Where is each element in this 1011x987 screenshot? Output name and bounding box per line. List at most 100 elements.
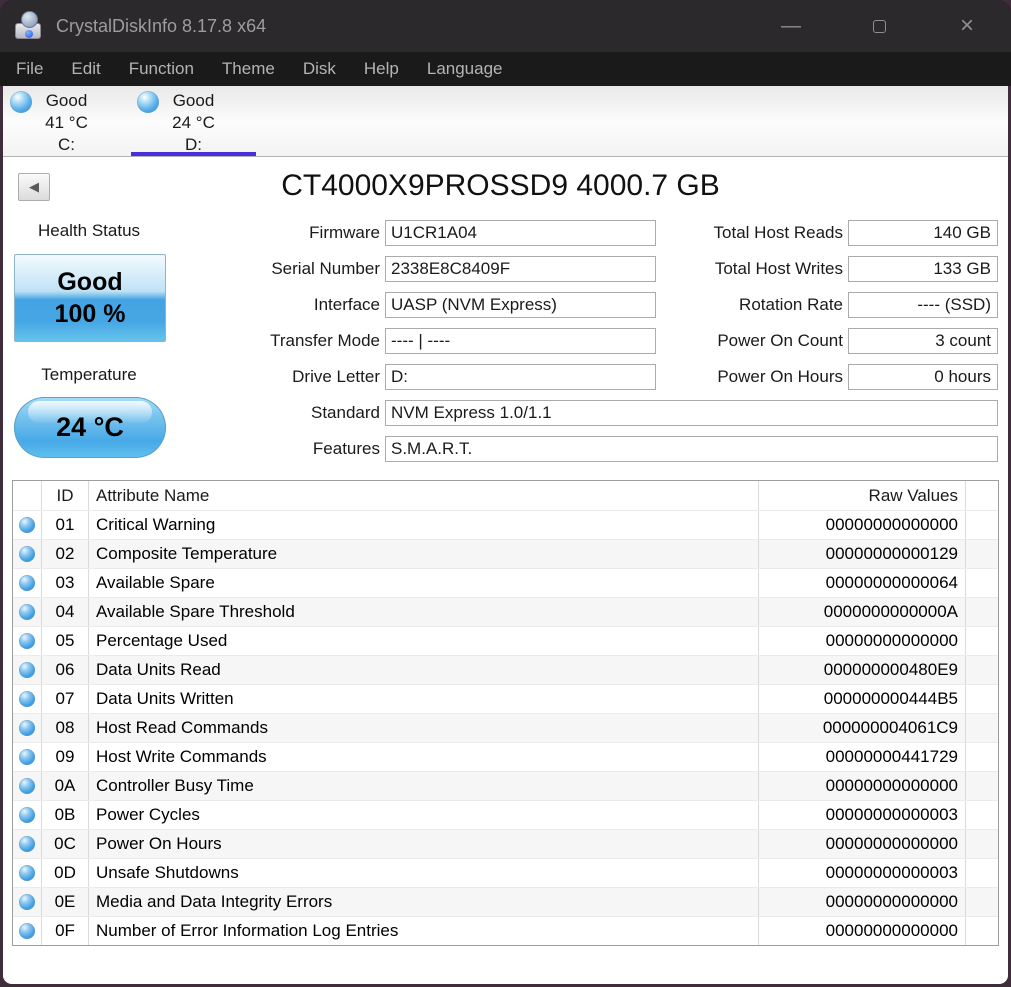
close-icon: × (959, 12, 974, 39)
menu-item[interactable]: Edit (57, 52, 114, 86)
field-label: Total Host Reads (713, 223, 843, 242)
attribute-raw-value: 00000000000000 (758, 917, 966, 945)
maximize-button[interactable] (835, 0, 923, 52)
attribute-name-column-header: Attribute Name (96, 485, 210, 505)
temperature-label: Temperature (41, 365, 137, 384)
attribute-id: 0E (42, 888, 89, 916)
smart-table-rows: 01 Critical Warning 00000000000000 02 Co… (13, 510, 998, 945)
health-orb-icon (10, 91, 32, 113)
smart-attribute-table: ID Attribute Name Raw Values 01 Critical… (12, 480, 999, 946)
smart-table-row: 02 Composite Temperature 00000000000129 (13, 539, 998, 568)
smart-table-row: 03 Available Spare 00000000000064 (13, 568, 998, 597)
field-value[interactable]: NVM Express 1.0/1.1 (385, 400, 998, 426)
attribute-id: 0B (42, 801, 89, 829)
smart-table-row: 0E Media and Data Integrity Errors 00000… (13, 887, 998, 916)
blue-dot-icon (25, 30, 33, 38)
menu-item-label: Disk (302, 59, 336, 78)
health-status-label: Health Status (37, 221, 141, 240)
status-orb-icon (19, 633, 35, 649)
attribute-name: Power Cycles (96, 805, 200, 824)
attribute-name: Media and Data Integrity Errors (96, 892, 333, 911)
drive-tab[interactable]: Good 24 °C D: (130, 86, 257, 156)
field-label: Standard (311, 403, 380, 422)
menu-item-label: Help (363, 59, 399, 78)
title-bar: CrystalDiskInfo 8.17.8 x64 — × (0, 0, 1011, 52)
smart-table-row: 0C Power On Hours 00000000000000 (13, 829, 998, 858)
info-field-row: Power On Hours 0 hours (643, 364, 1001, 390)
attribute-name: Host Write Commands (96, 747, 267, 766)
status-cell (13, 714, 42, 742)
drive-tab[interactable]: Good 41 °C C: (3, 86, 130, 156)
field-value[interactable]: UASP (NVM Express) (385, 292, 656, 318)
status-orb-icon (19, 691, 35, 707)
field-value[interactable]: D: (385, 364, 656, 390)
temperature-value: 24 °C (56, 412, 124, 442)
field-label: Drive Letter (292, 367, 380, 386)
drive-info-wide: Standard NVM Express 1.0/1.1 Features S.… (200, 400, 1001, 472)
info-field-row: Total Host Reads 140 GB (643, 220, 1001, 246)
raw-values-column-header: Raw Values (758, 481, 966, 510)
field-value[interactable]: ---- | ---- (385, 328, 656, 354)
attribute-name: Composite Temperature (96, 544, 278, 563)
drive-tab-strip: Good 41 °C C: Good 24 °C D: (3, 86, 1008, 157)
main-content: ◀ CT4000X9PROSSD9 4000.7 GB Health Statu… (3, 157, 1008, 983)
status-orb-icon (19, 807, 35, 823)
status-orb-icon (19, 720, 35, 736)
attribute-id: 09 (42, 743, 89, 771)
field-value[interactable]: 133 GB (848, 256, 998, 282)
attribute-raw-value: 00000000000000 (758, 830, 966, 858)
menu-item[interactable]: Disk (289, 52, 350, 86)
attribute-name: Available Spare (96, 573, 215, 592)
attribute-raw-value: 000000000480E9 (758, 656, 966, 684)
attribute-name: Data Units Read (96, 660, 221, 679)
attribute-name: Number of Error Information Log Entries (96, 921, 399, 940)
id-column-header: ID (42, 481, 89, 510)
temperature-indicator: 24 °C (14, 397, 166, 458)
status-orb-icon (19, 546, 35, 562)
attribute-name: Controller Busy Time (96, 776, 254, 795)
menu-item[interactable]: Language (413, 52, 517, 86)
info-field-row: Power On Count 3 count (643, 328, 1001, 354)
menu-item[interactable]: Function (115, 52, 208, 86)
info-field-row: Standard NVM Express 1.0/1.1 (200, 400, 1001, 426)
smart-table-row: 09 Host Write Commands 00000000441729 (13, 742, 998, 771)
close-button[interactable]: × (923, 0, 1011, 52)
menu-item[interactable]: Theme (208, 52, 289, 86)
attribute-id: 07 (42, 685, 89, 713)
attribute-id: 0A (42, 772, 89, 800)
info-field-row: Total Host Writes 133 GB (643, 256, 1001, 282)
status-cell (13, 569, 42, 597)
attribute-id: 0C (42, 830, 89, 858)
field-label: Firmware (309, 223, 380, 242)
menu-item[interactable]: File (16, 52, 57, 86)
field-value[interactable]: 3 count (848, 328, 998, 354)
globe-icon (21, 11, 38, 28)
attribute-raw-value: 00000000000064 (758, 569, 966, 597)
attribute-id: 01 (42, 511, 89, 539)
attribute-raw-value: 00000000441729 (758, 743, 966, 771)
status-cell (13, 830, 42, 858)
status-orb-icon (19, 517, 35, 533)
field-value[interactable]: 140 GB (848, 220, 998, 246)
status-cell (13, 888, 42, 916)
status-orb-icon (19, 575, 35, 591)
attribute-name: Data Units Written (96, 689, 234, 708)
attribute-name: Critical Warning (96, 515, 216, 534)
attribute-id: 08 (42, 714, 89, 742)
field-value[interactable]: ---- (SSD) (848, 292, 998, 318)
menu-item[interactable]: Help (350, 52, 413, 86)
smart-table-row: 0A Controller Busy Time 00000000000000 (13, 771, 998, 800)
drive-letter: C: (58, 135, 75, 154)
attribute-raw-value: 00000000000000 (758, 772, 966, 800)
menu-bar: File Edit Function Theme Disk Help Langu… (0, 52, 1011, 86)
field-value[interactable]: S.M.A.R.T. (385, 436, 998, 462)
attribute-id: 0D (42, 859, 89, 887)
field-value[interactable]: 0 hours (848, 364, 998, 390)
status-cell (13, 801, 42, 829)
status-orb-icon (19, 865, 35, 881)
field-value[interactable]: 2338E8C8409F (385, 256, 656, 282)
attribute-raw-value: 00000000000003 (758, 801, 966, 829)
minimize-button[interactable]: — (747, 0, 835, 52)
field-value[interactable]: U1CR1A04 (385, 220, 656, 246)
app-icon (14, 11, 44, 41)
